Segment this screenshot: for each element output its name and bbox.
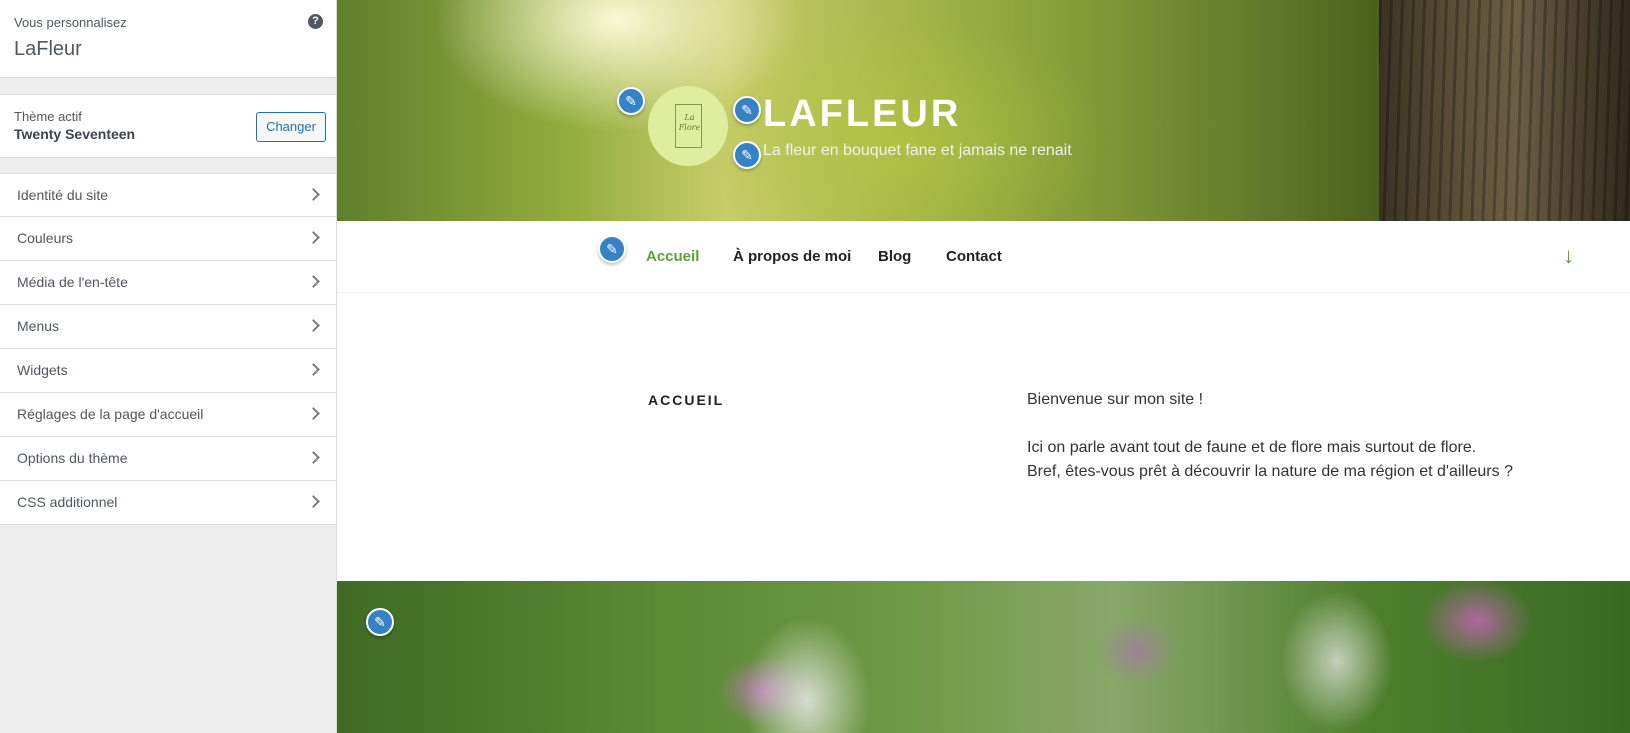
chevron-right-icon [307, 231, 320, 244]
menu-item-label: Options du thème [17, 450, 128, 466]
chevron-right-icon [307, 495, 320, 508]
nav-link-accueil[interactable]: Accueil [646, 248, 699, 265]
chevron-right-icon [307, 319, 320, 332]
menu-item-label: Widgets [17, 362, 68, 378]
edit-menu-pencil-icon[interactable]: ✎ [598, 235, 626, 263]
customizing-label: Vous personnalisez [14, 15, 127, 30]
menu-item-header-media[interactable]: Média de l'en-tête [0, 261, 336, 305]
customizer-sidebar: Vous personnalisez LaFleur ? Thème actif… [0, 0, 337, 733]
chevron-right-icon [307, 407, 320, 420]
logo-frame: La Flore [675, 104, 702, 148]
chevron-right-icon [307, 363, 320, 376]
logo-text: La Flore [678, 113, 701, 132]
active-theme-label: Thème actif [14, 109, 82, 124]
nav-link-a-propos[interactable]: À propos de moi [733, 248, 851, 265]
nav-link-blog[interactable]: Blog [878, 248, 911, 265]
menu-item-label: Menus [17, 318, 60, 334]
menu-item-homepage-settings[interactable]: Réglages de la page d'accueil [0, 393, 336, 437]
header-image: La Flore LAFLEUR La fleur en bouquet fan… [337, 0, 1630, 221]
featured-image: ✎ [337, 581, 1630, 733]
page-content: Bienvenue sur mon site ! Ici on parle av… [1027, 388, 1587, 484]
change-theme-button[interactable]: Changer [256, 112, 326, 142]
menu-item-label: CSS additionnel [17, 494, 118, 510]
menu-item-widgets[interactable]: Widgets [0, 349, 336, 393]
menu-item-label: Réglages de la page d'accueil [17, 406, 204, 422]
tree-trunk-image [1379, 0, 1630, 221]
customizer-header: Vous personnalisez LaFleur ? [0, 0, 336, 78]
arrow-down-icon[interactable]: ↓ [1563, 243, 1574, 269]
menu-item-additional-css[interactable]: CSS additionnel [0, 481, 336, 525]
menu-item-site-identity[interactable]: Identité du site [0, 173, 336, 217]
site-preview: La Flore LAFLEUR La fleur en bouquet fan… [337, 0, 1630, 733]
main-navigation: ✎ Accueil À propos de moi Blog Contact ↓ [337, 221, 1630, 293]
content-line-2: Bref, êtes-vous prêt à découvrir la natu… [1027, 463, 1513, 480]
customizer-menu: Identité du site Couleurs Média de l'en-… [0, 173, 336, 525]
content-line-1: Ici on parle avant tout de faune et de f… [1027, 439, 1477, 456]
page-title: ACCUEIL [648, 392, 725, 408]
site-tagline[interactable]: La fleur en bouquet fane et jamais ne re… [763, 142, 1072, 160]
help-icon[interactable]: ? [308, 14, 323, 29]
site-title[interactable]: LAFLEUR [763, 93, 961, 136]
chevron-right-icon [307, 275, 320, 288]
active-theme-panel: Thème actif Twenty Seventeen Changer [0, 94, 336, 158]
edit-title-pencil-icon[interactable]: ✎ [733, 96, 761, 124]
customizing-site-name: LaFleur [14, 38, 82, 60]
site-logo[interactable]: La Flore [648, 86, 728, 166]
chevron-right-icon [307, 451, 320, 464]
edit-logo-pencil-icon[interactable]: ✎ [617, 87, 645, 115]
menu-item-colors[interactable]: Couleurs [0, 217, 336, 261]
menu-item-theme-options[interactable]: Options du thème [0, 437, 336, 481]
edit-image-pencil-icon[interactable]: ✎ [366, 608, 394, 636]
menu-item-label: Média de l'en-tête [17, 274, 128, 290]
chevron-right-icon [307, 188, 320, 201]
nav-link-contact[interactable]: Contact [946, 248, 1002, 265]
edit-tagline-pencil-icon[interactable]: ✎ [733, 141, 761, 169]
active-theme-name: Twenty Seventeen [14, 126, 136, 142]
menu-item-label: Identité du site [17, 187, 109, 203]
menu-item-menus[interactable]: Menus [0, 305, 336, 349]
welcome-text: Bienvenue sur mon site ! [1027, 391, 1204, 408]
menu-item-label: Couleurs [17, 230, 74, 246]
